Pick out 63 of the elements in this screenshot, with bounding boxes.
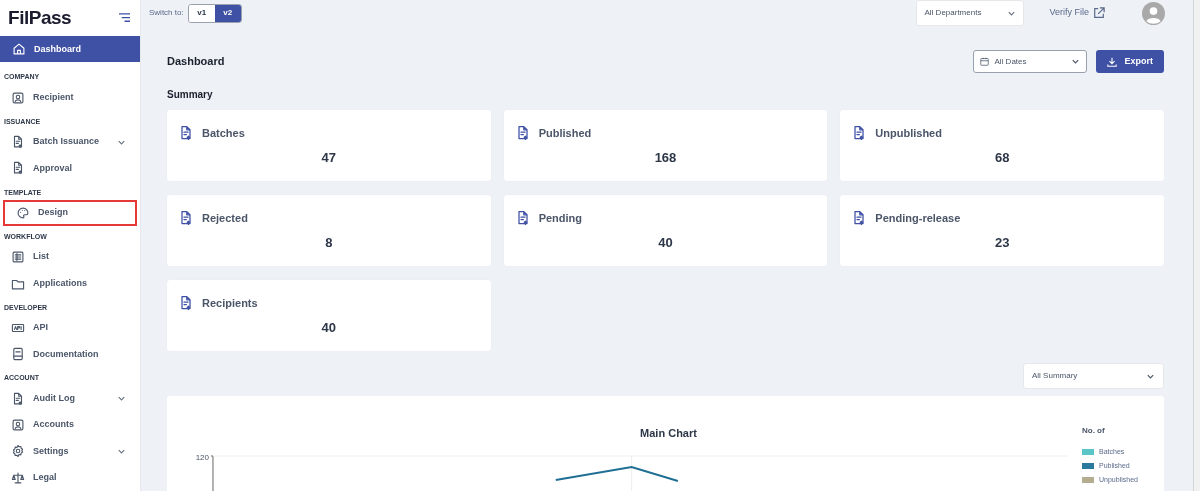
switch-label: Switch to: [149, 7, 184, 19]
department-select[interactable]: All Departments [916, 0, 1025, 26]
document-icon [11, 161, 25, 176]
sidebar-item[interactable]: Design [3, 199, 137, 226]
axis-tick-label: 120 [194, 453, 210, 464]
sidebar-item[interactable]: Approval [0, 155, 140, 182]
document-icon [178, 295, 194, 312]
card-value: 8 [324, 233, 334, 252]
sidebar-item[interactable]: Audit Log [0, 385, 140, 412]
scale-icon [11, 470, 25, 485]
palette-icon [16, 205, 30, 220]
sidebar-item[interactable]: Legal [0, 464, 140, 491]
section-title: Summary [167, 88, 214, 102]
sidebar-item[interactable]: Batch Issuance [0, 128, 140, 156]
calendar-icon [980, 57, 990, 66]
card-value: 168 [653, 148, 678, 167]
card-label: Pending-release [875, 211, 961, 226]
sidebar-item[interactable]: Applications [0, 270, 140, 297]
home-icon [12, 42, 26, 57]
sidebar-item[interactable]: List [0, 244, 140, 271]
verify-file-link[interactable]: Verify File [1049, 6, 1105, 20]
settings-icon [11, 444, 25, 459]
axis-line [211, 455, 214, 491]
list-icon [11, 250, 25, 265]
chart-title: Main Chart [639, 426, 698, 441]
date-select[interactable]: All Dates [973, 50, 1088, 73]
avatar-icon[interactable] [1142, 1, 1165, 25]
card-value: 47 [320, 148, 338, 167]
version-tab[interactable]: v2 [214, 4, 241, 22]
document-icon [11, 135, 25, 149]
legend-title: No. of [1082, 425, 1106, 437]
external-link-icon [1093, 7, 1105, 19]
book-icon [11, 347, 25, 362]
export-button[interactable]: Export [1096, 50, 1164, 73]
sidebar-item[interactable]: Recipient [0, 84, 140, 111]
page-title: Dashboard [167, 54, 225, 70]
card-label: Rejected [202, 211, 248, 226]
sidebar-item[interactable]: API [0, 314, 140, 342]
person-icon [11, 90, 25, 105]
card-label: Recipients [202, 296, 258, 311]
person-icon [11, 418, 25, 432]
card-value: 23 [993, 233, 1011, 252]
sidebar-item[interactable]: Settings [0, 438, 140, 465]
menu-icon[interactable] [118, 12, 131, 24]
document-icon [178, 210, 194, 227]
card-value: 68 [993, 148, 1011, 167]
sidebar-item[interactable]: Dashboard [0, 36, 140, 63]
card-label: Published [538, 126, 592, 141]
scrollbar[interactable] [1193, 0, 1200, 491]
sidebar-item[interactable]: Documentation [0, 341, 140, 368]
summary-select[interactable]: All Summary [1023, 363, 1164, 389]
card-label: Unpublished [875, 126, 942, 141]
card-value: 40 [320, 318, 338, 337]
download-icon [1107, 56, 1118, 67]
card-label: Pending [538, 211, 583, 226]
version-tab[interactable]: v1 [188, 4, 215, 22]
document-icon [178, 125, 194, 142]
card-value: 40 [657, 233, 674, 252]
document-icon [11, 391, 25, 406]
brand-logo: FilPass [8, 5, 72, 30]
sidebar-item[interactable]: Accounts [0, 411, 140, 439]
chevron-icon [1071, 57, 1081, 66]
card-label: Batches [202, 126, 245, 141]
